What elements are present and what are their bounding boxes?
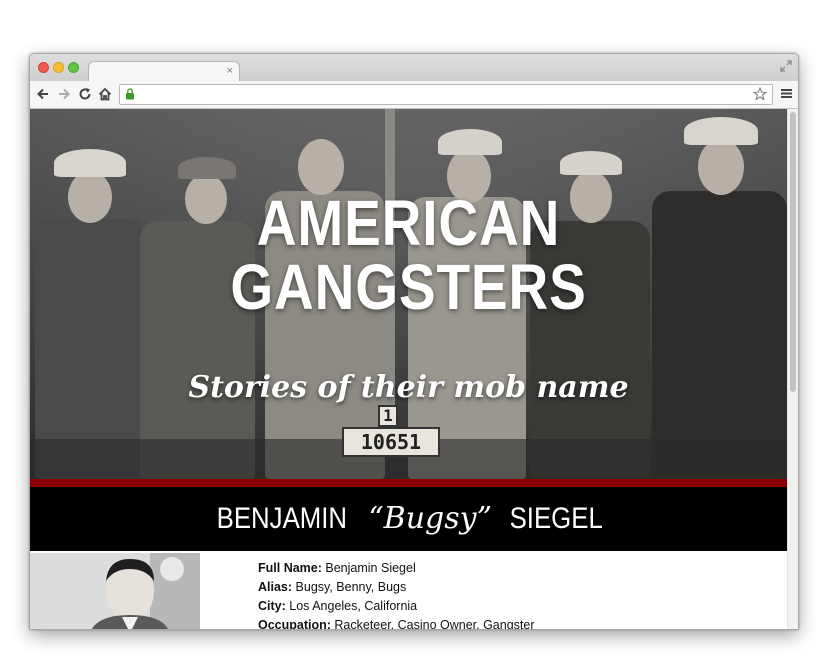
profile-section: Full Name: Benjamin Siegel Alias: Bugsy,…: [30, 551, 787, 629]
page-subtitle: Stories of their mob name: [188, 370, 629, 405]
title-line-1: AMERICAN: [256, 187, 561, 259]
detail-value: Benjamin Siegel: [325, 561, 416, 575]
address-bar[interactable]: [119, 84, 773, 105]
last-name: SIEGEL: [509, 502, 604, 535]
window-close-button[interactable]: [38, 62, 49, 73]
forward-icon[interactable]: [57, 87, 71, 101]
mugshot-sign: 10651: [342, 427, 440, 457]
scrollbar-thumb[interactable]: [790, 112, 796, 392]
browser-window: × 1 10651 AMERICAN GANGSTERS Stories of …: [29, 53, 799, 630]
window-minimize-button[interactable]: [53, 62, 64, 73]
detail-label: City:: [258, 599, 286, 613]
expand-icon[interactable]: [780, 60, 792, 72]
figure-hat: [54, 149, 126, 177]
lock-icon: [126, 88, 134, 100]
browser-toolbar: [30, 81, 798, 109]
detail-city: City: Los Angeles, California: [258, 597, 535, 616]
accent-divider: [30, 479, 787, 487]
nickname: “Bugsy”: [368, 501, 492, 536]
figure-head: [698, 139, 744, 195]
reload-icon[interactable]: [78, 87, 92, 101]
profile-details: Full Name: Benjamin Siegel Alias: Bugsy,…: [258, 559, 535, 629]
detail-value: Los Angeles, California: [289, 599, 418, 613]
detail-label: Full Name:: [258, 561, 322, 575]
window-zoom-button[interactable]: [68, 62, 79, 73]
back-icon[interactable]: [36, 87, 50, 101]
figure-hat: [178, 157, 236, 179]
figure-hat: [560, 151, 622, 175]
detail-label: Alias:: [258, 580, 293, 594]
menu-icon[interactable]: [781, 88, 792, 99]
browser-tab[interactable]: ×: [88, 61, 240, 82]
star-icon[interactable]: [753, 87, 767, 101]
detail-value: Racketeer, Casino Owner, Gangster: [334, 618, 535, 629]
vertical-scrollbar[interactable]: [787, 109, 798, 629]
detail-alias: Alias: Bugsy, Benny, Bugs: [258, 578, 535, 597]
detail-value: Bugsy, Benny, Bugs: [295, 580, 407, 594]
tab-close-icon[interactable]: ×: [227, 64, 233, 78]
title-line-2: GANGSTERS: [230, 251, 587, 323]
home-icon[interactable]: [98, 87, 112, 101]
figure-hat: [684, 117, 758, 145]
detail-label: Occupation:: [258, 618, 331, 629]
figure-hat: [438, 129, 502, 155]
detail-full-name: Full Name: Benjamin Siegel: [258, 559, 535, 578]
portrait-image: [30, 553, 200, 629]
page-title: AMERICAN GANGSTERS: [83, 191, 734, 319]
tab-strip: ×: [30, 54, 798, 82]
profile-photo: [30, 553, 200, 629]
hero-banner: 1 10651 AMERICAN GANGSTERS Stories of th…: [30, 109, 787, 479]
gangster-name-bar: BENJAMIN “Bugsy” SIEGEL: [30, 487, 787, 551]
first-name: BENJAMIN: [216, 502, 348, 535]
page-viewport: 1 10651 AMERICAN GANGSTERS Stories of th…: [30, 109, 787, 629]
detail-occupation: Occupation: Racketeer, Casino Owner, Gan…: [258, 616, 535, 629]
mugshot-sign-top: 1: [378, 405, 398, 427]
